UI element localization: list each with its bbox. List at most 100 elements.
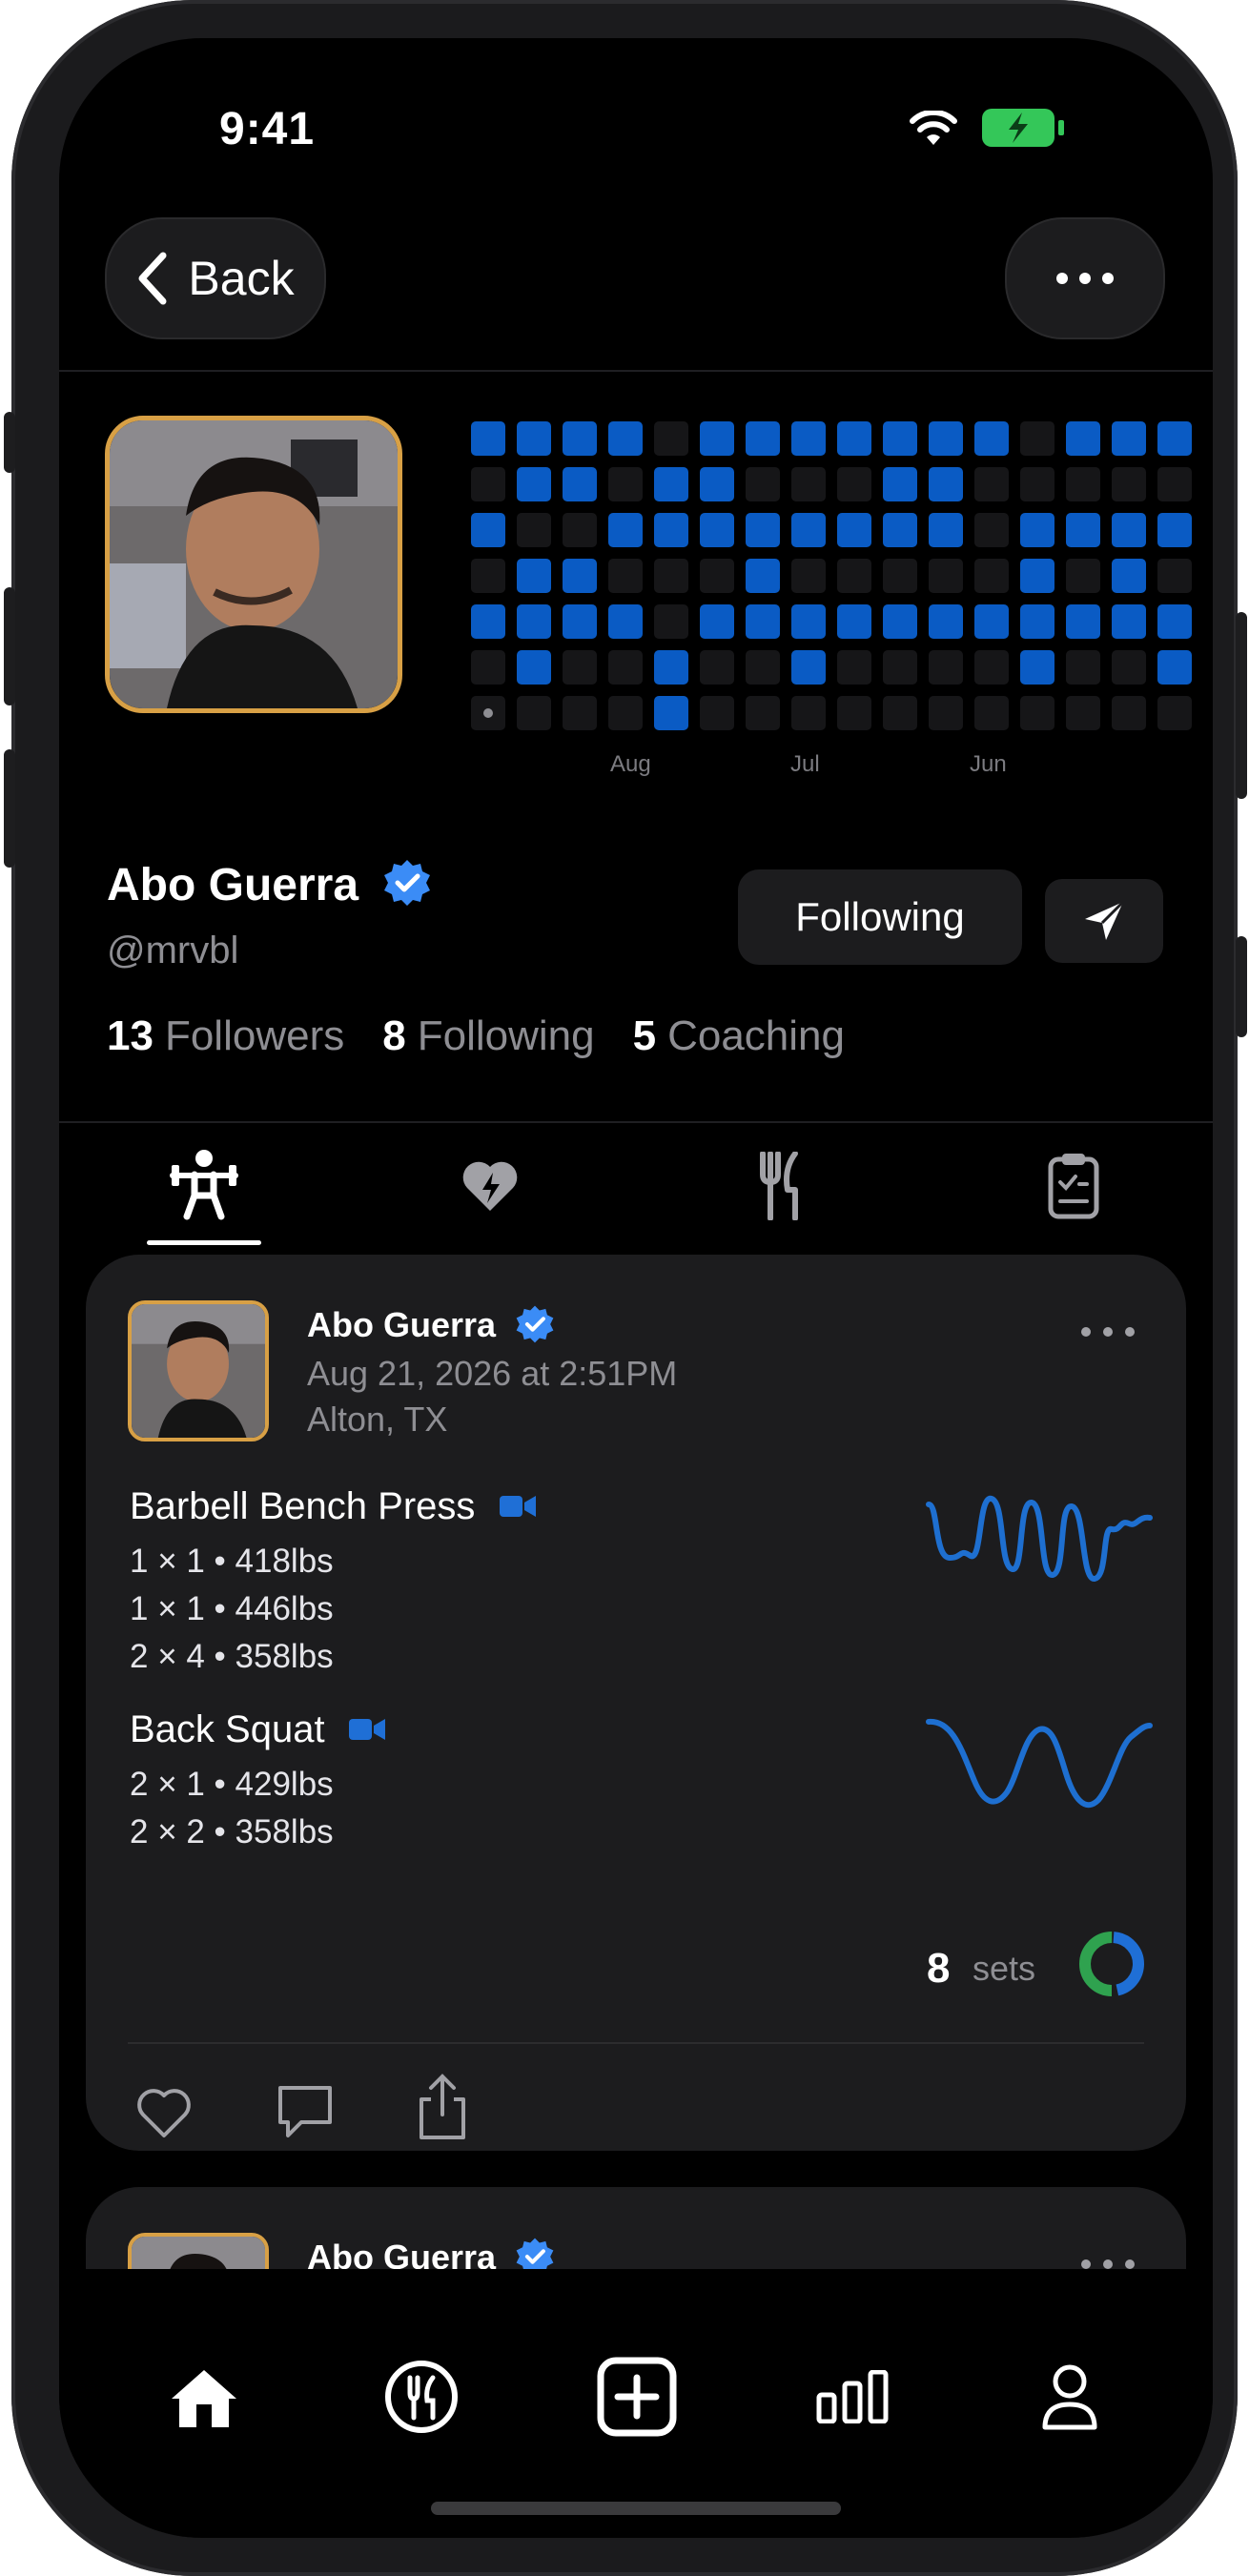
more-options-button[interactable]: [1005, 217, 1165, 339]
heatmap-cell: [608, 559, 643, 593]
heatmap-cell: [608, 650, 643, 685]
heatmap-cell: [1020, 696, 1054, 730]
heatmap-cell-active: [1020, 604, 1054, 639]
heatmap-cell-active: [1112, 513, 1146, 547]
heatmap-cell: [974, 559, 1009, 593]
heatmap-cell-active: [654, 650, 688, 685]
avatar-photo: [132, 1304, 265, 1438]
followers-stat[interactable]: 13 Followers: [107, 1012, 344, 1060]
heatmap-month-label: Jun: [970, 751, 1007, 777]
heatmap-cell: [1112, 696, 1146, 730]
heatmap-cell: [974, 467, 1009, 501]
following-count: 8: [382, 1012, 406, 1059]
heatmap-cell-active: [883, 513, 917, 547]
nutrition-icon[interactable]: [383, 2359, 460, 2435]
coaching-stat[interactable]: 5 Coaching: [633, 1012, 845, 1060]
header-divider: [59, 370, 1213, 372]
exercise-title[interactable]: Back Squat: [130, 1708, 385, 1751]
heatmap-cell-active: [608, 513, 643, 547]
heatmap-cell-active: [517, 467, 551, 501]
heatmap-cell: [974, 696, 1009, 730]
heatmap-cell-active: [1066, 421, 1100, 456]
heatmap-cell: [1020, 421, 1054, 456]
heatmap-cell-active: [929, 604, 963, 639]
heatmap-cell-active: [1157, 513, 1192, 547]
heatmap-cell: [791, 696, 826, 730]
profile-name: Abo Guerra: [107, 858, 432, 911]
send-message-button[interactable]: [1045, 879, 1163, 963]
share-icon[interactable]: [416, 2073, 469, 2141]
heatmap-cell-active: [929, 467, 963, 501]
heatmap-cell: [883, 696, 917, 730]
workout-post-card[interactable]: Abo Guerra Aug 21, 2026 at 2:51PM Alton,…: [86, 1255, 1186, 2151]
set-line: 1 × 1 • 446lbs: [130, 1590, 334, 1627]
heatmap-cell-active: [563, 467, 597, 501]
tab-health-icon[interactable]: [461, 1159, 519, 1213]
heatmap-cell: [1157, 696, 1192, 730]
heatmap-cell-active: [471, 421, 505, 456]
add-icon[interactable]: [597, 2357, 677, 2437]
home-icon[interactable]: [168, 2366, 240, 2429]
heatmap-cell-active: [746, 421, 780, 456]
heatmap-cell: [1066, 696, 1100, 730]
heatmap-cell: [517, 513, 551, 547]
heatmap-today-dot: [483, 708, 493, 718]
verified-badge-icon: [384, 860, 431, 906]
heatmap-cell: [746, 650, 780, 685]
post-author: Abo Guerra: [307, 1304, 555, 1345]
profile-handle: @mrvbl: [107, 930, 239, 971]
following-button[interactable]: Following: [738, 869, 1022, 965]
heatmap-month-label: Jul: [790, 751, 820, 777]
heatmap-cell: [654, 421, 688, 456]
heatmap-cell-active: [1157, 421, 1192, 456]
back-button[interactable]: Back: [105, 217, 326, 339]
heatmap-cell-active: [654, 467, 688, 501]
power-button: [1236, 612, 1247, 799]
tab-nutrition-icon[interactable]: [757, 1152, 803, 1220]
heatmap-cell: [974, 650, 1009, 685]
profile-avatar[interactable]: [105, 416, 402, 713]
coaching-label: Coaching: [667, 1012, 845, 1059]
sets-label: sets: [973, 1949, 1036, 1988]
exercise-title[interactable]: Barbell Bench Press: [130, 1485, 536, 1528]
paper-plane-icon: [1085, 900, 1125, 940]
heatmap-cell-active: [1112, 604, 1146, 639]
comment-icon[interactable]: [273, 2082, 338, 2143]
bench-velocity-sparkline: [926, 1496, 1153, 1582]
stats-icon[interactable]: [816, 2370, 889, 2423]
heatmap-cell: [1112, 467, 1146, 501]
card-divider: [128, 2042, 1144, 2044]
set-line: 1 × 1 • 418lbs: [130, 1543, 334, 1580]
squat-velocity-sparkline: [926, 1719, 1153, 1809]
heatmap-cell-active: [1020, 513, 1054, 547]
profile-icon[interactable]: [1041, 2362, 1098, 2431]
heatmap-cell-active: [974, 421, 1009, 456]
heatmap-cell-active: [517, 559, 551, 593]
heatmap-cell: [746, 696, 780, 730]
ellipsis-icon: [1056, 273, 1114, 284]
heatmap-cell: [883, 559, 917, 593]
avatar-photo: [110, 420, 398, 708]
tab-workouts-icon[interactable]: [166, 1146, 242, 1222]
tab-plans-icon[interactable]: [1047, 1150, 1100, 1220]
volume-up-button: [4, 587, 15, 705]
battery-icon: [982, 109, 1054, 147]
post-more-icon[interactable]: [1079, 1325, 1136, 1339]
post-avatar[interactable]: [128, 1300, 269, 1441]
video-camera-icon[interactable]: [348, 1717, 385, 1742]
video-camera-icon[interactable]: [499, 1494, 536, 1519]
heatmap-cell-active: [746, 604, 780, 639]
heatmap-cell-active: [1020, 559, 1054, 593]
like-heart-icon[interactable]: [135, 2086, 193, 2139]
mute-switch: [4, 412, 15, 473]
heatmap-cell: [563, 513, 597, 547]
heatmap-cell-active: [700, 513, 734, 547]
heatmap-cell: [517, 696, 551, 730]
following-label: Following: [417, 1012, 595, 1059]
following-stat[interactable]: 8 Following: [382, 1012, 594, 1060]
post-author-name: Abo Guerra: [307, 1305, 497, 1344]
heatmap-cell-active: [1020, 650, 1054, 685]
set-line: 2 × 2 • 358lbs: [130, 1813, 334, 1850]
heatmap-cell-active: [1112, 421, 1146, 456]
heatmap-cell: [974, 513, 1009, 547]
